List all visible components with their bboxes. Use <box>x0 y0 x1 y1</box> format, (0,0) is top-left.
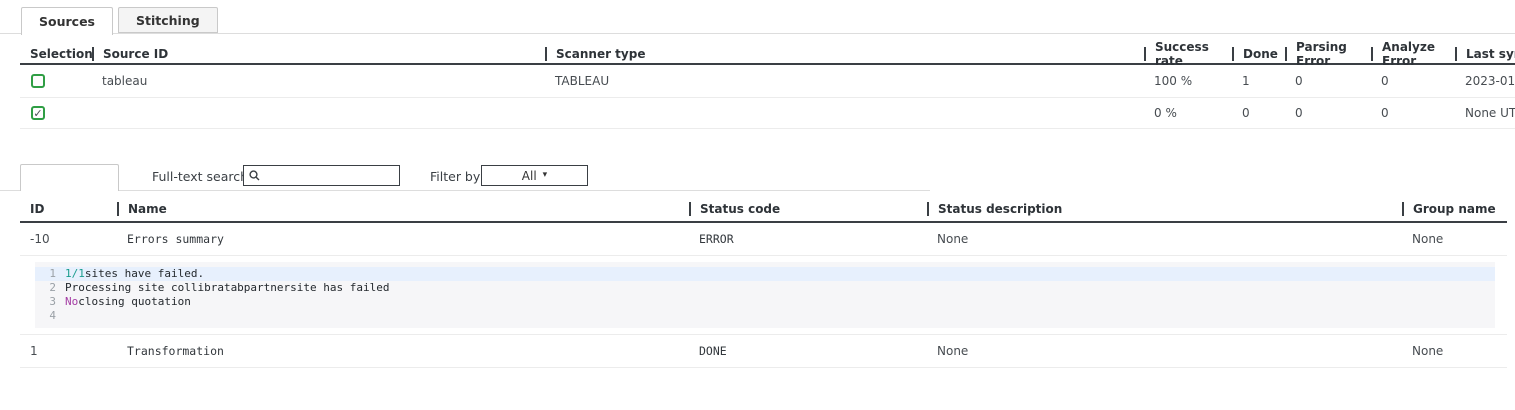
analyze-error-cell: 0 <box>1371 74 1455 88</box>
done-cell: 0 <box>1232 106 1285 120</box>
parsing-error-cell: 0 <box>1285 74 1371 88</box>
status-description-cell: None <box>927 344 1402 358</box>
analyze-error-cell: 0 <box>1371 106 1455 120</box>
source-id-cell: tableau <box>92 74 545 88</box>
name-cell: Transformation <box>117 344 689 358</box>
tab-bar-divider <box>0 33 1515 34</box>
filter-by-label: Filter by <box>430 169 480 184</box>
tab-bar: Sources Stitching <box>21 7 218 35</box>
search-input[interactable] <box>264 168 399 184</box>
column-header-last-sync[interactable]: Last sync <box>1455 40 1515 68</box>
group-name-cell: None <box>1402 344 1507 358</box>
column-header-success-rate[interactable]: Success rate <box>1144 40 1232 68</box>
column-header-selection[interactable]: Selection <box>20 40 92 68</box>
parsing-error-cell: 0 <box>1285 106 1371 120</box>
name-cell: Errors summary <box>117 232 689 246</box>
column-header-status-description[interactable]: Status description <box>927 196 1402 221</box>
column-header-done[interactable]: Done <box>1232 40 1285 68</box>
column-header-group-name[interactable]: Group name <box>1402 196 1507 221</box>
status-table: ID Name Status code Status description G… <box>20 196 1507 368</box>
id-cell: 1 <box>20 344 117 358</box>
group-name-cell: None <box>1402 232 1507 246</box>
row-checkbox-unchecked[interactable] <box>31 74 45 88</box>
row-checkbox-checked[interactable]: ✓ <box>31 106 45 120</box>
done-cell: 1 <box>1232 74 1285 88</box>
status-description-cell: None <box>927 232 1402 246</box>
column-header-source-id[interactable]: Source ID <box>92 40 545 68</box>
source-row-tableau: tableau TABLEAU 100 % 1 0 0 2023-01-0 <box>20 65 1515 98</box>
success-rate-cell: 0 % <box>1144 106 1232 120</box>
column-header-scanner-type[interactable]: Scanner type <box>545 40 1144 68</box>
column-header-analyze-error[interactable]: Analyze Error <box>1371 40 1455 68</box>
filter-dropdown[interactable]: All ▾ <box>481 165 588 186</box>
search-label: Full-text search <box>152 169 248 184</box>
filter-dropdown-value: All <box>522 169 537 183</box>
error-log-block: 1 1/1 sites have failed. 2 Processing si… <box>35 262 1495 328</box>
line-number: 3 <box>42 295 56 309</box>
column-header-parsing-error[interactable]: Parsing Error <box>1285 40 1371 68</box>
status-row-errors-summary: -10 Errors summary ERROR None None <box>20 223 1507 256</box>
search-box <box>243 165 400 186</box>
sources-table: Selection Source ID Scanner type Success… <box>20 40 1515 129</box>
chevron-down-icon: ▾ <box>543 171 548 180</box>
last-sync-cell: 2023-01-0 <box>1455 74 1515 88</box>
search-icon <box>249 170 260 181</box>
column-header-id[interactable]: ID <box>20 196 117 221</box>
id-cell: -10 <box>20 232 117 246</box>
status-row-transformation: 1 Transformation DONE None None <box>20 335 1507 368</box>
status-code-cell: ERROR <box>689 232 927 246</box>
log-line: 3 No closing quotation <box>35 295 1495 309</box>
log-line: 1 1/1 sites have failed. <box>35 267 1495 281</box>
empty-tab[interactable] <box>20 164 119 191</box>
line-number: 1 <box>42 267 56 281</box>
column-header-status-code[interactable]: Status code <box>689 196 927 221</box>
tab-sources[interactable]: Sources <box>21 7 113 35</box>
status-code-cell: DONE <box>689 344 927 358</box>
line-number: 2 <box>42 281 56 295</box>
line-number: 4 <box>42 309 56 323</box>
scanner-type-cell: TABLEAU <box>545 74 1144 88</box>
source-row-empty: ✓ 0 % 0 0 0 None UTC <box>20 98 1515 129</box>
tab-stitching[interactable]: Stitching <box>118 7 218 33</box>
filter-tab-divider <box>0 190 930 191</box>
status-table-header: ID Name Status code Status description G… <box>20 196 1507 223</box>
log-line: 2 Processing site collibratabpartnersite… <box>35 281 1495 295</box>
sources-table-header: Selection Source ID Scanner type Success… <box>20 40 1515 65</box>
log-line: 4 <box>35 309 1495 323</box>
error-log-section: 1 1/1 sites have failed. 2 Processing si… <box>20 256 1507 335</box>
checkmark-icon: ✓ <box>33 108 42 119</box>
last-sync-cell: None UTC <box>1455 106 1515 120</box>
column-header-name[interactable]: Name <box>117 196 689 221</box>
success-rate-cell: 100 % <box>1144 74 1232 88</box>
